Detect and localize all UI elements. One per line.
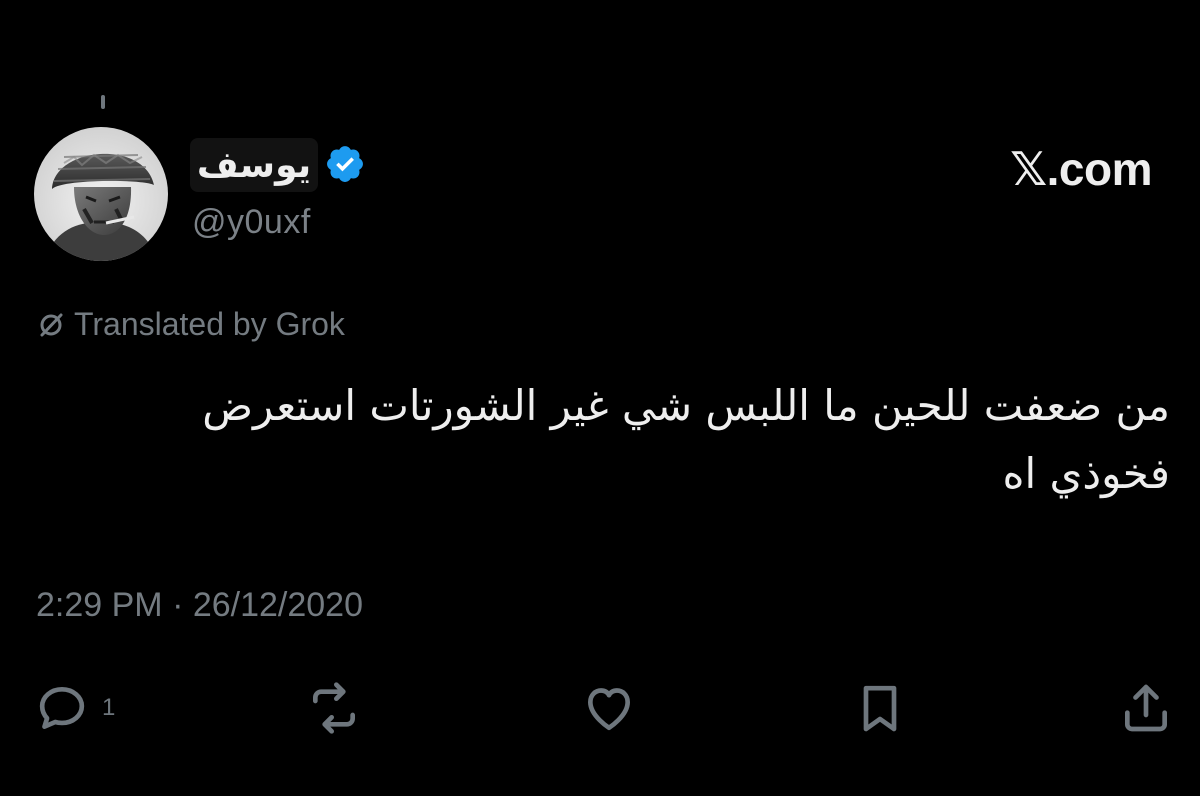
- like-button[interactable]: [578, 678, 640, 738]
- avatar[interactable]: [34, 127, 168, 261]
- thread-connector: [101, 95, 105, 109]
- share-icon: [1125, 684, 1167, 732]
- reply-button[interactable]: 1: [34, 678, 115, 738]
- translated-label: Translated by Grok: [74, 306, 345, 342]
- bookmark-button[interactable]: [852, 678, 908, 738]
- tweet-timestamp[interactable]: 2:29 PM · 26/12/2020: [36, 586, 363, 625]
- bookmark-icon: [863, 685, 897, 732]
- reply-icon: [39, 687, 85, 729]
- share-button[interactable]: [1118, 678, 1174, 738]
- retweet-button[interactable]: [302, 678, 366, 738]
- tweet-text: من ضعفت للحين ما اللبس شي غير الشورتات ا…: [202, 381, 1170, 498]
- heart-icon: [588, 688, 630, 731]
- user-handle[interactable]: @y0uxf: [192, 203, 311, 242]
- brand-watermark: 𝕏.com: [1010, 143, 1152, 195]
- translated-by-row[interactable]: Translated by Grok: [36, 306, 345, 343]
- reply-count: 1: [102, 694, 116, 721]
- display-name[interactable]: يوسف: [190, 138, 318, 192]
- retweet-icon: [313, 682, 355, 734]
- verified-badge-icon: [327, 146, 363, 182]
- translate-icon: [40, 313, 63, 336]
- avatar-image: [34, 127, 168, 261]
